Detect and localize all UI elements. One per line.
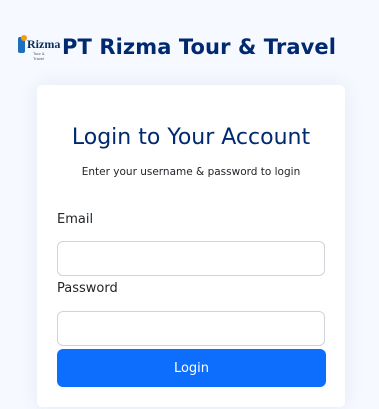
email-label: Email [57,212,94,227]
logo-tagline: Tour & Travel [33,51,45,61]
logo-word: Rizma [27,37,61,51]
login-title: Login to Your Account [71,125,311,150]
password-label: Password [57,281,118,296]
email-field[interactable] [57,241,325,276]
brand-title: PT Rizma Tour & Travel [62,35,337,59]
login-card: Login to Your Account Enter your usernam… [37,85,345,407]
brand-header[interactable]: Rizma Tour & Travel PT Rizma Tour & Trav… [18,32,336,62]
login-button[interactable]: Login [57,349,326,387]
rizma-logo: Rizma Tour & Travel [18,35,60,61]
login-subtitle: Enter your username & password to login [81,166,301,178]
password-field[interactable] [57,311,325,346]
